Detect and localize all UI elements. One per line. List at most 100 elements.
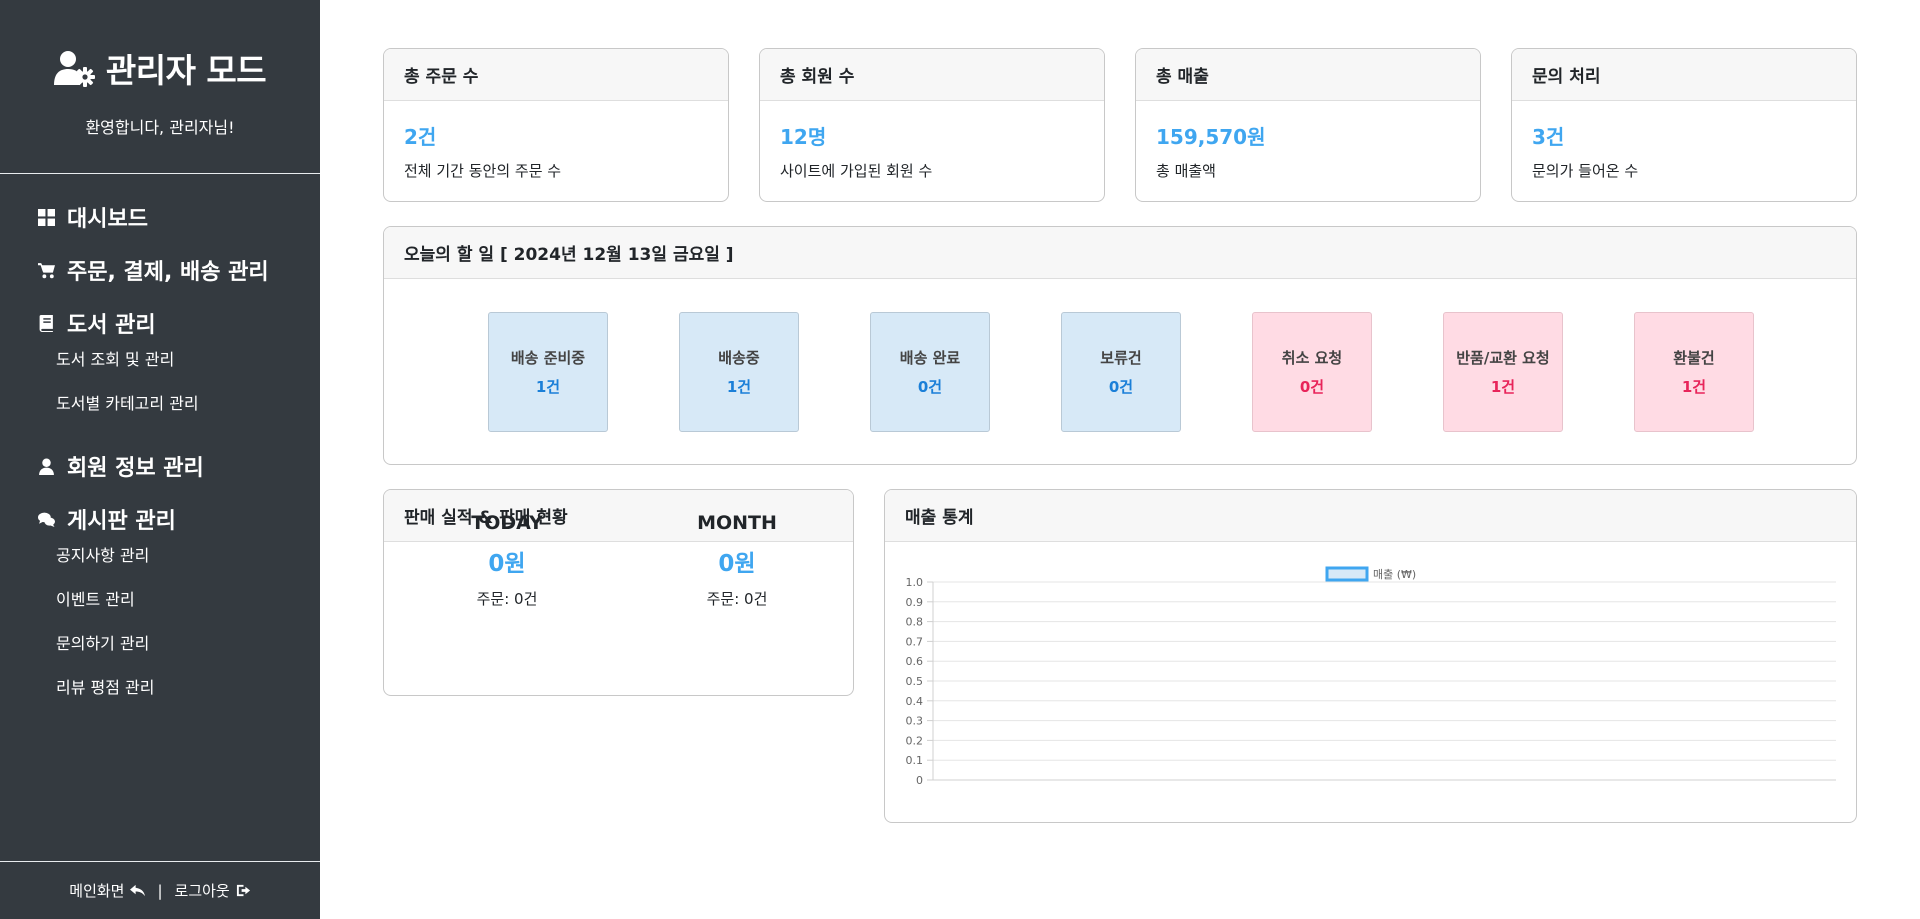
- stat-card-value: 2건: [404, 125, 437, 149]
- todo-label: 배송 완료: [899, 349, 961, 367]
- nav-dashboard-label: 대시보드: [67, 207, 148, 232]
- nav-sub-book-category[interactable]: 도서별 카테고리 관리: [56, 391, 320, 435]
- admin-title-text: 관리자 모드: [105, 51, 267, 90]
- stat-card-title: 문의 처리: [1512, 49, 1856, 101]
- stat-card-desc: 사이트에 가입된 회원 수: [780, 162, 933, 180]
- todo-count: 1건: [535, 378, 561, 396]
- admin-title: 관리자 모드: [0, 0, 320, 92]
- y-tick-label: 0.2: [906, 734, 924, 747]
- perf-month-amount: 0원: [718, 551, 756, 577]
- y-tick-label: 0.5: [906, 675, 924, 688]
- stat-card-title: 총 주문 수: [384, 49, 728, 101]
- todo-count: 0건: [1299, 378, 1325, 396]
- nav-sub-review[interactable]: 리뷰 평점 관리: [56, 675, 320, 719]
- user-icon: [38, 458, 55, 475]
- sidebar: 관리자 모드 환영합니다, 관리자님! 대시보드 주문, 결제, 배송 관리 도…: [0, 0, 320, 919]
- todo-label: 반품/교환 요청: [1456, 349, 1550, 367]
- nav-orders[interactable]: 주문, 결제, 배송 관리: [38, 255, 320, 285]
- todo-delivered[interactable]: 배송 완료 0건: [870, 312, 990, 432]
- sidebar-footer: 메인화면 | 로그아웃: [0, 861, 320, 919]
- welcome-text: 환영합니다, 관리자님!: [85, 118, 235, 137]
- nav-dashboard[interactable]: 대시보드: [38, 202, 320, 232]
- nav-board[interactable]: 게시판 관리: [38, 504, 320, 534]
- stat-card-title: 총 매출: [1136, 49, 1480, 101]
- y-tick-label: 0.6: [906, 655, 924, 668]
- y-tick-label: 0.4: [906, 695, 924, 708]
- stat-card-value: 12명: [780, 125, 827, 149]
- legend-label: 매출 (₩): [1373, 568, 1416, 581]
- nav-sub-event[interactable]: 이벤트 관리: [56, 587, 320, 631]
- perf-month-orders: 주문: 0건: [706, 590, 768, 608]
- y-tick-label: 0.9: [906, 596, 924, 609]
- nav-board-label: 게시판 관리: [67, 509, 176, 534]
- sales-chart-title: 매출 통계: [885, 490, 1856, 542]
- todo-label: 배송중: [718, 349, 760, 367]
- todo-refund[interactable]: 환불건 1건: [1634, 312, 1754, 432]
- todo-label: 환불건: [1673, 349, 1715, 367]
- sidebar-nav: 대시보드 주문, 결제, 배송 관리 도서 관리 도서 조회 및 관리 도서별 …: [0, 174, 320, 719]
- logout-link[interactable]: 로그아웃: [175, 880, 251, 901]
- stat-card-sales: 총 매출 159,570원 총 매출액: [1135, 48, 1481, 202]
- todo-count: 1건: [726, 378, 752, 396]
- perf-today-orders: 주문: 0건: [476, 590, 538, 608]
- stat-card-inquiries: 문의 처리 3건 문의가 들어온 수: [1511, 48, 1857, 202]
- stat-card-desc: 전체 기간 동안의 주문 수: [404, 162, 562, 180]
- perf-month: MONTH 0원 주문: 0건: [657, 512, 817, 609]
- grid-icon: [38, 208, 55, 226]
- todo-shipping[interactable]: 배송중 1건: [679, 312, 799, 432]
- y-tick-label: 0.7: [906, 635, 924, 648]
- user-cog-icon: [53, 51, 95, 87]
- todo-on-hold[interactable]: 보류건 0건: [1061, 312, 1181, 432]
- nav-books-label: 도서 관리: [67, 313, 156, 338]
- y-tick-label: 0.1: [906, 754, 924, 767]
- nav-members[interactable]: 회원 정보 관리: [38, 451, 320, 481]
- nav-sub-book-manage[interactable]: 도서 조회 및 관리: [56, 347, 320, 391]
- stat-card-value: 159,570원: [1156, 125, 1266, 149]
- todo-count: 0건: [917, 378, 943, 396]
- stat-card-value: 3건: [1532, 125, 1565, 149]
- y-tick-label: 1.0: [906, 576, 924, 589]
- stat-card-title: 총 회원 수: [760, 49, 1104, 101]
- nav-sub-notice[interactable]: 공지사항 관리: [56, 543, 320, 587]
- legend-swatch: [1325, 566, 1369, 582]
- logout-label: 로그아웃: [174, 882, 230, 900]
- todo-count: 0건: [1108, 378, 1134, 396]
- sidebar-brand: 관리자 모드 환영합니다, 관리자님!: [0, 0, 320, 174]
- stat-card-orders: 총 주문 수 2건 전체 기간 동안의 주문 수: [383, 48, 729, 202]
- nav-books[interactable]: 도서 관리: [38, 308, 320, 338]
- todo-count: 1건: [1681, 378, 1707, 396]
- y-tick-label: 0: [916, 774, 923, 787]
- sales-chart: 매출 (₩) 0 0.1 0.2 0.3 0.4 0.5 0.6 0.7 0.8 0.9 1.0: [906, 566, 1836, 787]
- nav-members-label: 회원 정보 관리: [67, 456, 204, 481]
- stat-card-members: 총 회원 수 12명 사이트에 가입된 회원 수: [759, 48, 1105, 202]
- todo-count: 1건: [1490, 378, 1516, 396]
- cart-icon: [38, 262, 55, 279]
- todo-card: 오늘의 할 일 [ 2024년 12월 13일 금요일 ] 배송 준비중 1건 …: [383, 226, 1857, 465]
- y-tick-label: 0.3: [906, 715, 924, 728]
- todo-cancel[interactable]: 취소 요청 0건: [1252, 312, 1372, 432]
- sign-out-icon: [236, 884, 250, 897]
- todo-return-exchange[interactable]: 반품/교환 요청 1건: [1443, 312, 1563, 432]
- main-page-link[interactable]: 메인화면: [69, 880, 146, 901]
- sales-chart-card: 매출 통계 매출 (₩) 0 0.1 0.2 0.3 0.4 0.5 0.6 0.7 0.8 0.9…: [884, 489, 1857, 823]
- todo-label: 취소 요청: [1281, 349, 1343, 367]
- todo-label: 보류건: [1100, 349, 1142, 367]
- comments-icon: [38, 511, 55, 528]
- reply-icon: [130, 884, 146, 897]
- nav-sub-inquiry[interactable]: 문의하기 관리: [56, 631, 320, 675]
- performance-card: 판매 실적 & 판매 현황 TODAY 0원 주문: 0건 MONTH 0원 주…: [383, 489, 854, 696]
- todo-ready[interactable]: 배송 준비중 1건: [488, 312, 608, 432]
- todo-list: 배송 준비중 1건 배송중 1건 배송 완료 0건 보류건 0건 취소 요청 0…: [488, 312, 1754, 432]
- perf-today-amount: 0원: [488, 551, 526, 577]
- perf-today: TODAY 0원 주문: 0건: [427, 512, 587, 609]
- stat-card-desc: 문의가 들어온 수: [1532, 162, 1639, 180]
- nav-orders-label: 주문, 결제, 배송 관리: [67, 260, 269, 285]
- todo-label: 배송 준비중: [510, 349, 586, 367]
- y-tick-label: 0.8: [906, 616, 924, 629]
- perf-today-label: TODAY: [471, 512, 543, 534]
- perf-month-label: MONTH: [697, 512, 777, 534]
- main-page-label: 메인화면: [69, 882, 125, 900]
- stat-card-desc: 총 매출액: [1156, 162, 1216, 180]
- footer-separator: |: [157, 881, 163, 900]
- todo-title: 오늘의 할 일 [ 2024년 12월 13일 금요일 ]: [384, 227, 1856, 279]
